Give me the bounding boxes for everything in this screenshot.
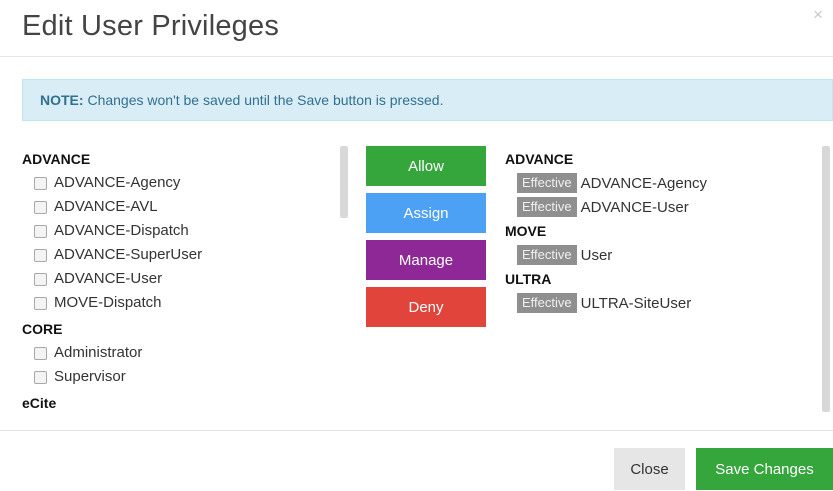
privilege-checkbox-item[interactable]: Administrator — [22, 341, 352, 365]
privilege-label: ULTRA-SiteUser — [580, 294, 692, 312]
privilege-label: Administrator — [54, 344, 143, 361]
effective-privilege-item[interactable]: Effective ADVANCE-User — [505, 195, 815, 219]
left-scrollbar[interactable] — [340, 146, 348, 218]
group-title: ULTRA — [505, 271, 552, 287]
privilege-label: ADVANCE-User — [580, 198, 689, 216]
checkbox[interactable] — [34, 296, 47, 310]
manage-button[interactable]: Manage — [366, 240, 486, 280]
checkbox[interactable] — [34, 346, 47, 360]
group-title: ADVANCE — [22, 151, 91, 167]
close-icon[interactable]: × — [813, 6, 823, 23]
effective-badge: Effective — [517, 173, 577, 193]
note-text: Changes won't be saved until the Save bu… — [83, 92, 444, 108]
group-title: eCite — [22, 395, 57, 411]
checkbox[interactable] — [34, 370, 47, 384]
right-scrollbar[interactable] — [822, 146, 830, 412]
effective-badge: Effective — [517, 197, 577, 217]
checkbox[interactable] — [34, 248, 47, 262]
privilege-checkbox-item[interactable]: ADVANCE-SuperUser — [22, 243, 352, 267]
privilege-actions: Allow Assign Manage Deny — [366, 146, 486, 334]
available-privileges-list: ADVANCE ADVANCE-Agency ADVANCE-AVL ADVAN… — [22, 145, 352, 415]
privilege-label: Supervisor — [54, 368, 126, 385]
checkbox[interactable] — [34, 200, 47, 214]
checkbox[interactable] — [34, 272, 47, 286]
privilege-label: ADVANCE-AVL — [54, 198, 158, 215]
note-label: NOTE: — [40, 92, 84, 108]
checkbox[interactable] — [34, 224, 47, 238]
privilege-checkbox-item[interactable]: ADVANCE-User — [22, 267, 352, 291]
effective-privilege-item[interactable]: Effective ULTRA-SiteUser — [505, 291, 815, 315]
privilege-checkbox-item[interactable]: ADVANCE-AVL — [22, 195, 352, 219]
group-title: ADVANCE — [505, 151, 574, 167]
group-title: MOVE — [505, 223, 547, 239]
modal-title: Edit User Privileges — [22, 10, 280, 42]
effective-badge: Effective — [517, 245, 577, 265]
privilege-label: ADVANCE-SuperUser — [54, 246, 203, 263]
save-changes-button[interactable]: Save Changes — [696, 448, 833, 490]
privilege-checkbox-item[interactable]: ADVANCE-Dispatch — [22, 219, 352, 243]
assign-button[interactable]: Assign — [366, 193, 486, 233]
effective-privilege-item[interactable]: Effective ADVANCE-Agency — [505, 171, 815, 195]
privilege-label: ADVANCE-Dispatch — [54, 222, 189, 239]
effective-privileges-list: ADVANCE Effective ADVANCE-Agency Effectiv… — [505, 147, 815, 412]
modal-header: Edit User Privileges × — [0, 0, 833, 57]
privilege-label: MOVE-Dispatch — [54, 294, 162, 311]
privilege-label: User — [580, 246, 613, 264]
effective-privilege-item[interactable]: Effective User — [505, 243, 815, 267]
privilege-checkbox-item[interactable]: Supervisor — [22, 365, 352, 389]
checkbox[interactable] — [34, 176, 47, 190]
privilege-label: ADVANCE-Agency — [580, 174, 708, 192]
deny-button[interactable]: Deny — [366, 287, 486, 327]
effective-badge: Effective — [517, 293, 577, 313]
privilege-checkbox-item[interactable]: ADVANCE-Agency — [22, 171, 352, 195]
privilege-label: ADVANCE-User — [54, 270, 163, 287]
group-title: CORE — [22, 321, 63, 337]
note-alert: NOTE: Changes won't be saved until the S… — [22, 79, 833, 121]
close-button[interactable]: Close — [614, 448, 685, 490]
privilege-checkbox-item[interactable]: MOVE-Dispatch — [22, 291, 352, 315]
edit-privileges-modal: Edit User Privileges × NOTE: Changes won… — [0, 0, 833, 491]
privilege-label: ADVANCE-Agency — [54, 174, 181, 191]
allow-button[interactable]: Allow — [366, 146, 486, 186]
